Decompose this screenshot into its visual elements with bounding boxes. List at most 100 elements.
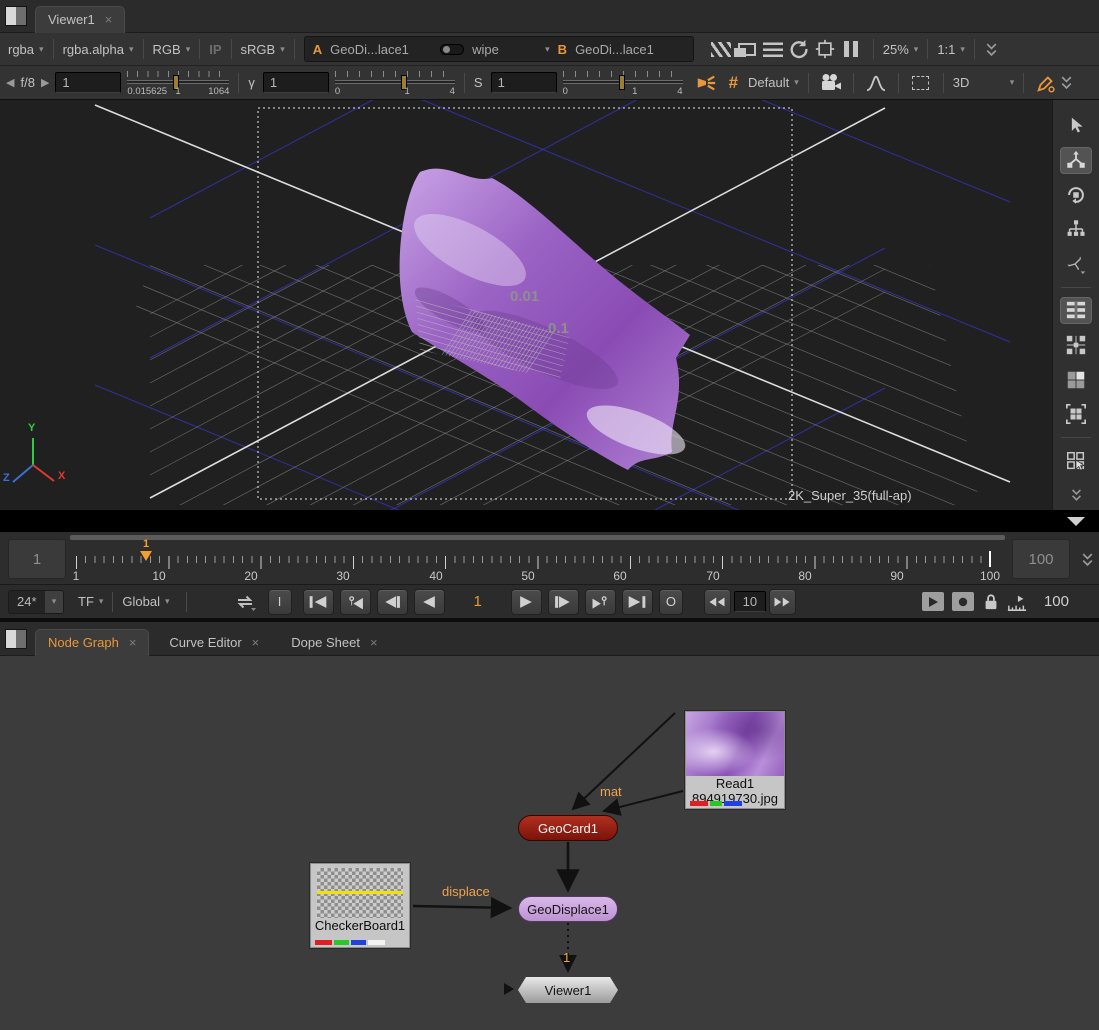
goto-start-button[interactable] bbox=[303, 589, 334, 615]
stereo-preset-dropdown[interactable]: Default bbox=[748, 75, 789, 90]
fstop-label[interactable]: f/8 bbox=[20, 75, 34, 90]
node-read1[interactable]: Read1 894919730.jpg bbox=[685, 711, 785, 809]
selection-mode-button[interactable] bbox=[908, 71, 934, 95]
translate-tool-button[interactable] bbox=[1060, 147, 1092, 175]
rotate-tool-button[interactable] bbox=[1060, 181, 1092, 209]
more-controls-chevron-icon[interactable] bbox=[1059, 75, 1074, 90]
loop-mode-button[interactable] bbox=[232, 590, 258, 614]
prev-frame-button[interactable] bbox=[377, 589, 408, 615]
scanline-button[interactable] bbox=[760, 37, 786, 61]
pane-split-icon[interactable] bbox=[5, 629, 27, 649]
node-geocard1[interactable]: GeoCard1 bbox=[518, 815, 618, 841]
camera-button[interactable] bbox=[818, 71, 844, 95]
prev-arrow-icon[interactable]: ◀ bbox=[6, 76, 14, 89]
viewer-lut-dropdown[interactable]: sRGB bbox=[241, 42, 276, 57]
refresh-button[interactable] bbox=[786, 37, 812, 61]
proxy-ratio-dropdown[interactable]: 1:1 bbox=[937, 42, 955, 57]
multi-view-layout-button[interactable] bbox=[1060, 331, 1092, 359]
wipe-mode-dropdown[interactable]: wipe bbox=[472, 42, 532, 57]
roi-button[interactable] bbox=[708, 37, 734, 61]
saturation-input[interactable]: 1 bbox=[491, 72, 557, 93]
next-keyframe-button[interactable] bbox=[585, 589, 616, 615]
select-tool-button[interactable] bbox=[1060, 112, 1092, 140]
step-back-button[interactable] bbox=[704, 589, 731, 615]
lut-curve-button[interactable] bbox=[863, 71, 889, 95]
timeline-scrollbar[interactable] bbox=[70, 535, 1005, 540]
current-frame-display[interactable]: 1 bbox=[474, 593, 482, 610]
split-view-button[interactable] bbox=[1060, 366, 1092, 394]
tf-dropdown[interactable]: TF bbox=[78, 594, 94, 609]
tab-dope-sheet[interactable]: Dope Sheet × bbox=[279, 629, 389, 656]
wipe-handles-button[interactable] bbox=[1060, 297, 1092, 325]
close-icon[interactable]: × bbox=[105, 12, 113, 27]
set-out-point-button[interactable]: O bbox=[659, 589, 683, 615]
prev-keyframe-button[interactable] bbox=[340, 589, 371, 615]
b-buffer-badge[interactable]: B bbox=[558, 42, 567, 57]
more-options-chevron-icon[interactable] bbox=[984, 42, 999, 57]
tab-viewer1[interactable]: Viewer1 × bbox=[35, 6, 125, 33]
viewer-3d-viewport[interactable]: 0.01 0.1 2K_Super_35(full-ap) Y Z X bbox=[0, 100, 1052, 510]
safe-zone-button[interactable] bbox=[812, 37, 838, 61]
axis-x-label: X bbox=[58, 470, 65, 482]
layer-dropdown[interactable]: rgba bbox=[8, 42, 34, 57]
more-tools-chevron-icon[interactable] bbox=[1069, 488, 1084, 502]
timeline-chevron-icon[interactable] bbox=[1080, 552, 1095, 567]
next-frame-button[interactable] bbox=[548, 589, 579, 615]
node-checkerboard1[interactable]: CheckerBoard1 bbox=[310, 863, 410, 948]
node-viewer1[interactable]: Viewer1 bbox=[518, 977, 618, 1003]
lock-range-button[interactable] bbox=[978, 590, 1004, 614]
gamma-slider[interactable]: 0 1 4 bbox=[335, 70, 455, 96]
grid-toggle-button[interactable]: # bbox=[729, 73, 738, 93]
timeline-end-frame[interactable]: 100 bbox=[1012, 539, 1070, 579]
frame-range-mode-dropdown[interactable]: Global bbox=[122, 594, 160, 609]
flipbook-button[interactable] bbox=[922, 592, 944, 611]
ab-toggle[interactable] bbox=[440, 44, 464, 55]
timeline-start-frame[interactable]: 1 bbox=[8, 539, 66, 579]
play-forward-button[interactable] bbox=[511, 589, 542, 615]
b-buffer-dropdown[interactable]: GeoDi...lace1 bbox=[575, 42, 654, 57]
timeline-ruler[interactable]: 1 10 20 30 40 50 60 70 80 90 100 1 bbox=[70, 532, 1005, 585]
pause-button[interactable] bbox=[838, 37, 864, 61]
axis-tool-dropdown-button[interactable] bbox=[1060, 250, 1092, 278]
a-buffer-dropdown[interactable]: GeoDi...lace1 bbox=[330, 42, 432, 57]
play-backward-button[interactable] bbox=[414, 589, 445, 615]
tab-curve-editor[interactable]: Curve Editor × bbox=[157, 629, 271, 656]
saturation-slider[interactable]: 0 1 4 bbox=[563, 70, 683, 96]
tick-label: 40 bbox=[429, 569, 442, 583]
frame-layout-button[interactable] bbox=[1060, 400, 1092, 428]
close-icon[interactable]: × bbox=[129, 635, 137, 650]
capture-button[interactable] bbox=[952, 592, 974, 611]
color-sample-button[interactable] bbox=[1033, 71, 1059, 95]
proxy-toggle-button[interactable] bbox=[734, 37, 760, 61]
expand-panel-triangle-icon[interactable] bbox=[1067, 517, 1085, 526]
a-buffer-badge[interactable]: A bbox=[313, 42, 322, 57]
timeline-range-button[interactable] bbox=[1004, 590, 1030, 614]
slider-handle[interactable] bbox=[619, 75, 625, 90]
frame-increment-input[interactable]: 10 bbox=[734, 591, 766, 612]
view-mode-dropdown[interactable]: 3D bbox=[953, 75, 1005, 90]
zoom-level-dropdown[interactable]: 25% bbox=[883, 42, 909, 57]
channel-dropdown[interactable]: rgba.alpha bbox=[63, 42, 124, 57]
set-in-point-button[interactable]: I bbox=[268, 589, 292, 615]
goto-end-button[interactable] bbox=[622, 589, 653, 615]
scale-tool-button[interactable] bbox=[1060, 216, 1092, 244]
node-geodisplace1[interactable]: GeoDisplace1 bbox=[518, 896, 618, 922]
refresh-icon bbox=[788, 38, 810, 60]
input-process-button[interactable]: IP bbox=[209, 42, 221, 57]
fps-combo[interactable]: 24* ▾ bbox=[8, 590, 64, 614]
pane-split-icon[interactable] bbox=[5, 6, 27, 26]
headlamp-button[interactable] bbox=[693, 71, 719, 95]
range-end-display[interactable]: 100 bbox=[1044, 593, 1069, 610]
layout-select-button[interactable] bbox=[1060, 447, 1092, 475]
step-forward-button[interactable] bbox=[769, 589, 796, 615]
gain-slider[interactable]: 0.015625 1 1064 bbox=[127, 70, 229, 96]
close-icon[interactable]: × bbox=[370, 635, 378, 650]
node-graph-canvas[interactable]: Read1 894919730.jpg GeoCard1 CheckerBoar… bbox=[0, 656, 1099, 1030]
close-icon[interactable]: × bbox=[252, 635, 260, 650]
next-arrow-icon[interactable]: ▶ bbox=[41, 76, 49, 89]
gain-input[interactable]: 1 bbox=[55, 72, 121, 93]
tab-node-graph[interactable]: Node Graph × bbox=[35, 629, 149, 656]
display-mode-dropdown[interactable]: RGB bbox=[153, 42, 181, 57]
gamma-input[interactable]: 1 bbox=[263, 72, 329, 93]
read1-name: Read1 bbox=[686, 776, 784, 791]
